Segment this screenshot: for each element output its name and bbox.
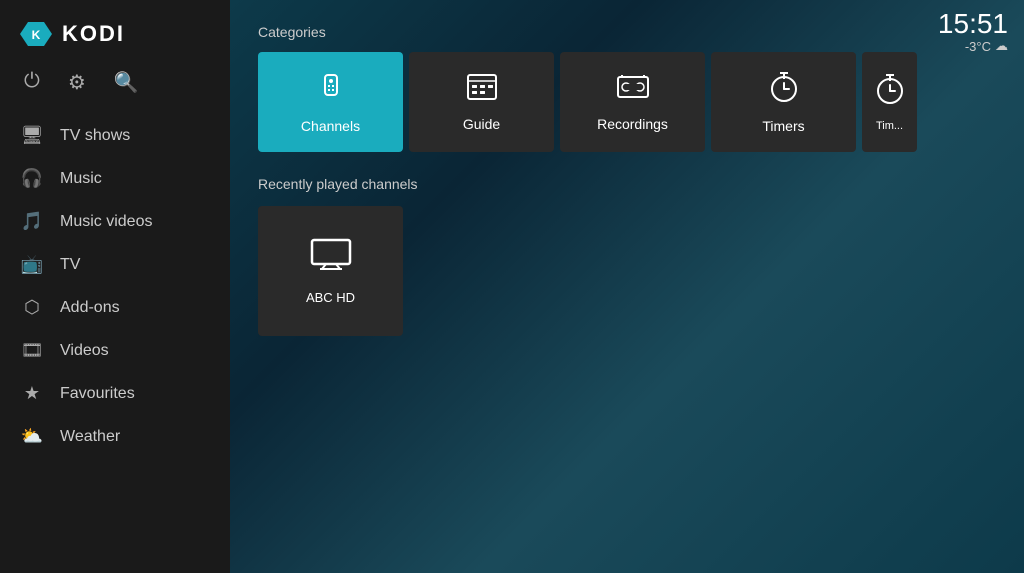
clock-time: 15:51 [938,10,1008,38]
clock-info: -3°C ☁ [938,38,1008,54]
sidebar-item-label: Music videos [60,213,152,231]
nav-menu: 🖥 TV shows 🎧 Music 🎵 Music videos 📺 TV ⬡… [0,111,230,573]
categories-row: Channels Guide [258,52,996,152]
recently-label: Recently played channels [258,176,996,192]
channels-icon [315,71,347,110]
settings-icon[interactable]: ⚙ [68,70,86,95]
app-title: KODI [62,21,125,47]
categories-label: Categories [258,24,996,40]
sidebar-item-label: Music [60,170,102,188]
timers-label: Timers [762,118,804,134]
search-icon[interactable]: 🔍 [114,70,139,95]
channel-tv-icon [310,238,352,278]
guide-label: Guide [463,116,500,132]
sidebar-item-music[interactable]: 🎧 Music [0,158,230,199]
category-channels[interactable]: Channels [258,52,403,152]
tv-shows-icon: 🖥 [20,125,44,146]
sidebar-item-favourites[interactable]: ★ Favourites [0,373,230,414]
music-icon: 🎧 [20,168,44,189]
categories-section: Categories Channels [258,24,996,152]
kodi-logo-icon: K [20,18,52,50]
category-timers2[interactable]: Tim... [862,52,917,152]
sidebar-item-videos[interactable]: 🎞 Videos [0,330,230,371]
favourites-icon: ★ [20,383,44,404]
sidebar-item-label: Videos [60,342,109,360]
recently-section: Recently played channels ABC HD [258,176,996,336]
videos-icon: 🎞 [20,340,44,361]
top-icons-bar: ⏻ ⚙ 🔍 [0,62,230,111]
addons-icon: ⬡ [20,297,44,318]
channels-label: Channels [301,118,360,134]
temperature: -3°C [965,39,991,54]
weather-icon: ⛅ [20,426,44,447]
power-icon[interactable]: ⏻ [24,70,40,95]
sidebar-item-weather[interactable]: ⛅ Weather [0,416,230,457]
category-guide[interactable]: Guide [409,52,554,152]
logo-bar: K KODI [0,0,230,62]
main-content: 15:51 -3°C ☁ Categories [230,0,1024,573]
clock-area: 15:51 -3°C ☁ [938,10,1008,54]
tv-icon: 📺 [20,254,44,275]
sidebar-item-add-ons[interactable]: ⬡ Add-ons [0,287,230,328]
recordings-label: Recordings [597,116,668,132]
recordings-icon [616,73,650,108]
sidebar-item-music-videos[interactable]: 🎵 Music videos [0,201,230,242]
sidebar-item-label: Add-ons [60,299,120,317]
sidebar-item-tv-shows[interactable]: 🖥 TV shows [0,115,230,156]
weather-status-icon: ☁ [995,38,1008,54]
sidebar-item-label: TV shows [60,127,130,145]
channel-label: ABC HD [306,290,355,305]
sidebar: K KODI ⏻ ⚙ 🔍 🖥 TV shows 🎧 Music 🎵 Music … [0,0,230,573]
timers-icon [770,71,798,110]
sidebar-item-tv[interactable]: 📺 TV [0,244,230,285]
sidebar-item-label: Favourites [60,385,135,403]
svg-text:K: K [32,28,41,42]
timers2-label: Tim... [876,120,903,132]
music-videos-icon: 🎵 [20,211,44,232]
channels-row: ABC HD [258,206,996,336]
sidebar-item-label: TV [60,256,80,274]
sidebar-item-label: Weather [60,428,120,446]
category-timers[interactable]: Timers [711,52,856,152]
channel-abc-hd[interactable]: ABC HD [258,206,403,336]
category-recordings[interactable]: Recordings [560,52,705,152]
timers2-icon [876,73,904,112]
guide-icon [466,73,498,108]
